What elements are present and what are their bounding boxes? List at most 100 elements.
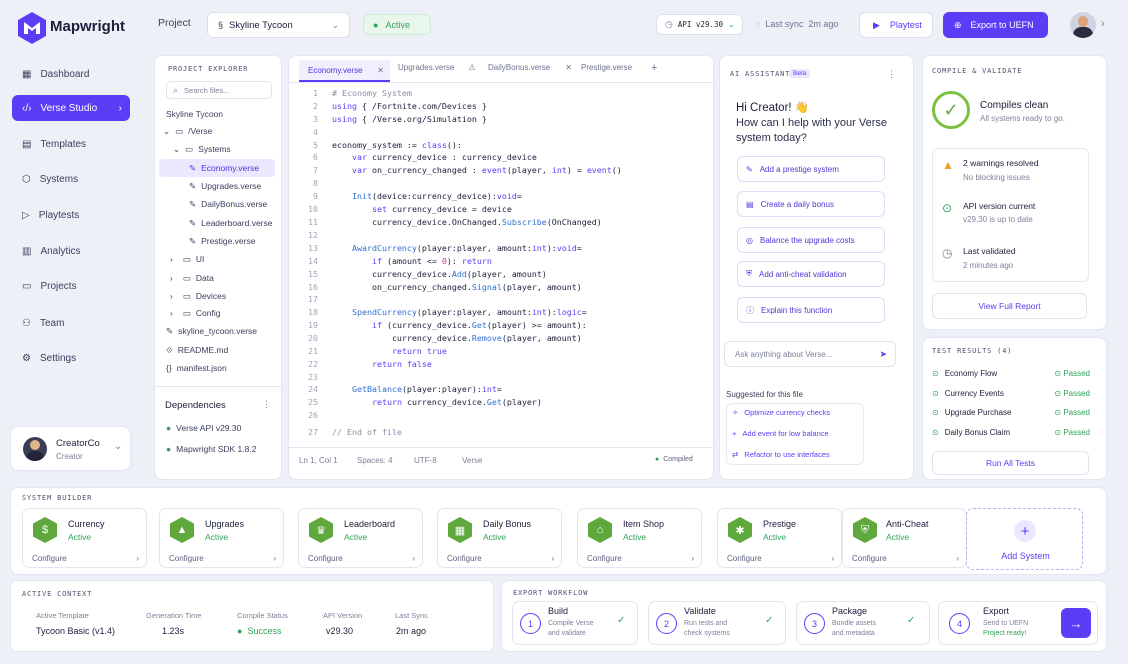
- arrow-right-icon: →: [1069, 615, 1083, 631]
- gear-icon: ⚙: [22, 352, 31, 364]
- suggestion-button[interactable]: ⛨ Add anti-cheat validation: [737, 261, 885, 287]
- add-system-label: Add System: [1001, 551, 1050, 561]
- user-card[interactable]: CreatorCo Creator ⌄: [10, 426, 131, 471]
- explorer-search[interactable]: ⌕ Search files...: [166, 81, 272, 99]
- system-card-item-shop[interactable]: ⌂ Item Shop Active Configure ›: [577, 508, 702, 568]
- tree-folder-devices[interactable]: › ▭ Devices: [170, 288, 226, 304]
- system-card-prestige[interactable]: ✱ Prestige Active Configure ›: [717, 508, 842, 568]
- more-icon[interactable]: ⋮: [887, 69, 896, 80]
- more-icon[interactable]: ⋮: [262, 399, 271, 410]
- divider: [155, 386, 281, 387]
- encoding: UTF-8: [414, 456, 437, 465]
- api-version-select[interactable]: ◷ API v29.30 ⌄: [656, 14, 743, 35]
- check-icon: ✓: [617, 615, 626, 626]
- suggestion-button[interactable]: ▤ Create a daily bonus: [737, 191, 885, 217]
- tree-file-economy[interactable]: ✎ Economy.verse: [159, 159, 275, 177]
- add-system-button[interactable]: + Add System: [966, 508, 1083, 570]
- workflow-step-export: 4 Export Send to UEFN Project ready! →: [938, 601, 1098, 645]
- project-select[interactable]: § Skyline Tycoon ⌄: [207, 12, 350, 38]
- sidebar-item-settings[interactable]: ⚙ Settings: [12, 345, 130, 371]
- chevron-down-icon: ⌄: [114, 441, 123, 452]
- folder-icon: ▭: [22, 280, 32, 292]
- system-name: Prestige: [763, 519, 797, 529]
- chevron-down-icon: ⌄: [173, 143, 181, 154]
- tree-folder-config[interactable]: › ▭ Config: [170, 305, 220, 321]
- suggested-item[interactable]: + Add event for low balance: [732, 429, 829, 438]
- tree-file-readme[interactable]: ⟐ README.md: [166, 342, 228, 358]
- chevron-right-icon: ›: [118, 102, 122, 114]
- tree-folder-verse[interactable]: ⌄ ▭/Verse: [163, 123, 212, 139]
- export-button[interactable]: ⊕ Export to UEFN: [943, 12, 1048, 38]
- suggestion-button[interactable]: ✎ Add a prestige system: [737, 156, 885, 182]
- add-tab-button[interactable]: +: [651, 62, 657, 74]
- active-context-title: ACTIVE CONTEXT: [22, 590, 93, 598]
- search-placeholder: Search files...: [184, 85, 230, 95]
- assistant-input[interactable]: Ask anything about Verse... ➤: [724, 341, 896, 367]
- tree-file-upgrades[interactable]: ✎ Upgrades.verse: [189, 178, 261, 194]
- sidebar-item-projects[interactable]: ▭ Projects: [12, 273, 130, 299]
- check-icon: ✓: [907, 615, 916, 626]
- sidebar-item-playtests[interactable]: ▷ Playtests: [12, 202, 130, 228]
- system-card-leaderboard[interactable]: ♛ Leaderboard Active Configure ›: [298, 508, 423, 568]
- suggested-item[interactable]: ⇄ Refactor to use interfaces: [732, 450, 830, 459]
- tree-folder-systems[interactable]: ⌄ ▭ Systems: [173, 141, 231, 157]
- tab-dailybonus[interactable]: DailyBonus.verse ✕: [488, 63, 572, 72]
- dependencies-title: Dependencies: [165, 400, 226, 411]
- sidebar-item-analytics[interactable]: ▥ Analytics: [12, 238, 130, 264]
- close-icon[interactable]: ✕: [565, 63, 572, 72]
- configure-link[interactable]: Configure ›: [587, 554, 694, 563]
- system-card-currency[interactable]: $ Currency Active Configure ›: [22, 508, 147, 568]
- view-report-button[interactable]: View Full Report: [932, 293, 1087, 319]
- configure-link[interactable]: Configure ›: [308, 554, 415, 563]
- tree-file-prestige[interactable]: ✎ Prestige.verse: [189, 233, 255, 249]
- configure-link[interactable]: Configure ›: [852, 554, 959, 563]
- sidebar-item-systems[interactable]: ⬡ Systems: [12, 166, 130, 192]
- export-go-button[interactable]: →: [1061, 608, 1091, 638]
- suggestion-button[interactable]: ⓘ Explain this function: [737, 297, 885, 323]
- workflow-step-package: 3 Package Bundle assets and metadata ✓: [796, 601, 930, 645]
- tree-folder-data[interactable]: › ▭ Data: [170, 270, 214, 286]
- system-card-anti-cheat[interactable]: ⛨ Anti-Cheat Active Configure ›: [842, 508, 967, 568]
- input-placeholder: Ask anything about Verse...: [735, 349, 833, 359]
- context-value: 1.23s: [162, 626, 185, 636]
- file-code-icon: ⟐: [166, 344, 173, 355]
- tree-file-manifest[interactable]: {} manifest.json: [166, 360, 227, 376]
- system-card-upgrades[interactable]: ▲ Upgrades Active Configure ›: [159, 508, 284, 568]
- send-icon[interactable]: ➤: [879, 349, 887, 360]
- sidebar-item-verse-studio[interactable]: ‹/› Verse Studio ›: [12, 95, 130, 121]
- run-tests-button[interactable]: Run All Tests: [932, 451, 1089, 475]
- context-label: Compile Status: [237, 611, 288, 620]
- suggestion-button[interactable]: ◎ Balance the upgrade costs: [737, 227, 885, 253]
- system-status: Active: [623, 532, 647, 542]
- system-name: Leaderboard: [344, 519, 396, 529]
- tree-file-dailybonus[interactable]: ✎ DailyBonus.verse: [189, 196, 267, 212]
- configure-link[interactable]: Configure ›: [727, 554, 834, 563]
- playtest-button[interactable]: ▶ Playtest: [859, 12, 933, 38]
- configure-link[interactable]: Configure ›: [447, 554, 554, 563]
- sidebar-item-dashboard[interactable]: ▦ Dashboard: [12, 61, 130, 87]
- folder-icon: ▭: [182, 272, 191, 283]
- chevron-right-icon: ›: [170, 291, 173, 301]
- chevron-right-icon[interactable]: ›: [1101, 18, 1105, 30]
- tree-root[interactable]: Skyline Tycoon: [166, 106, 223, 122]
- tree-folder-ui[interactable]: › ▭ UI: [170, 251, 204, 267]
- suggested-item[interactable]: ✧ Optimize currency checks: [732, 408, 830, 417]
- user-role: Creator: [56, 452, 83, 461]
- tab-prestige[interactable]: Prestige.verse: [581, 63, 632, 72]
- configure-link[interactable]: Configure ›: [32, 554, 139, 563]
- project-icon: §: [218, 20, 224, 30]
- workflow-step-validate: 2 Validate Run tests and check systems ✓: [648, 601, 786, 645]
- configure-link[interactable]: Configure ›: [169, 554, 276, 563]
- tree-file-leaderboard[interactable]: ✎ Leaderboard.verse: [189, 215, 272, 231]
- tree-file-skyline[interactable]: ✎ skyline_tycoon.verse: [166, 323, 257, 339]
- tab-upgrades[interactable]: Upgrades.verse ⚠: [398, 63, 476, 72]
- step-title: Build: [548, 606, 569, 616]
- avatar[interactable]: [1070, 12, 1096, 38]
- assistant-title: AI ASSISTANT: [730, 70, 791, 78]
- avatar: [23, 437, 47, 461]
- system-card-daily-bonus[interactable]: ▦ Daily Bonus Active Configure ›: [437, 508, 562, 568]
- tab-economy[interactable]: Economy.verse ✕: [299, 60, 390, 82]
- sidebar-item-team[interactable]: ⚇ Team: [12, 310, 130, 336]
- close-icon[interactable]: ✕: [377, 66, 384, 75]
- sidebar-item-templates[interactable]: ▤ Templates: [12, 131, 130, 157]
